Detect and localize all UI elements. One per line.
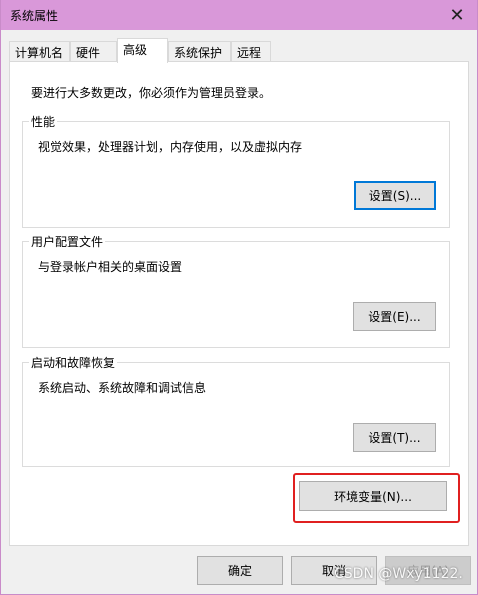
highlight-box [293, 473, 460, 523]
tab-system-protection[interactable]: 系统保护 [168, 41, 231, 62]
tab-computer-name[interactable]: 计算机名 [9, 41, 70, 62]
user-profiles-desc: 与登录帐户相关的桌面设置 [38, 260, 183, 274]
performance-group: 性能 视觉效果，处理器计划，内存使用，以及虚拟内存 设置(S)... [22, 113, 450, 228]
watermark: CSDN @Wxy1122. [334, 566, 463, 582]
tab-remote[interactable]: 远程 [231, 41, 271, 62]
startup-recovery-group: 启动和故障恢复 系统启动、系统故障和调试信息 设置(T)... [22, 354, 450, 467]
startup-recovery-settings-button[interactable]: 设置(T)... [353, 423, 436, 452]
user-profiles-group: 用户配置文件 与登录帐户相关的桌面设置 设置(E)... [22, 233, 450, 348]
tab-strip: 计算机名 硬件 高级 系统保护 远程 [9, 38, 469, 63]
close-icon[interactable]: ✕ [437, 0, 477, 30]
performance-title: 性能 [29, 113, 58, 130]
tab-advanced[interactable]: 高级 [117, 38, 168, 63]
system-properties-window: 系统属性 ✕ 计算机名 硬件 高级 系统保护 远程 要进行大多数更改，你必须作为… [0, 0, 478, 595]
ok-button[interactable]: 确定 [197, 556, 283, 585]
performance-desc: 视觉效果，处理器计划，内存使用，以及虚拟内存 [38, 140, 303, 154]
startup-recovery-desc: 系统启动、系统故障和调试信息 [38, 381, 207, 395]
window-title: 系统属性 [10, 9, 59, 23]
title-bar[interactable]: 系统属性 ✕ [1, 0, 477, 30]
admin-note: 要进行大多数更改，你必须作为管理员登录。 [31, 86, 272, 100]
startup-recovery-title: 启动和故障恢复 [29, 354, 118, 371]
performance-settings-button[interactable]: 设置(S)... [354, 181, 436, 210]
tab-hardware[interactable]: 硬件 [70, 41, 117, 62]
user-profiles-title: 用户配置文件 [29, 233, 106, 250]
user-profiles-settings-button[interactable]: 设置(E)... [353, 302, 436, 331]
